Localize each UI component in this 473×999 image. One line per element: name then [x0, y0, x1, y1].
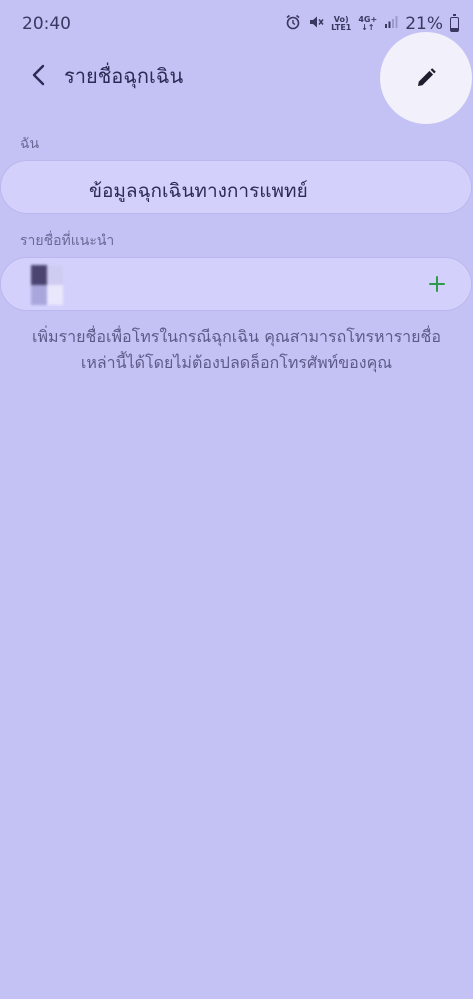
- avatar-tile: [31, 265, 47, 285]
- medical-info-label: ข้อมูลฉุกเฉินทางการแพทย์: [89, 180, 308, 202]
- pencil-icon: [418, 68, 436, 86]
- status-icons: Vo) LTE1 4G+ ↓↑ 21%: [285, 13, 459, 34]
- section-label-me: ฉัน: [20, 136, 40, 152]
- volte-indicator: Vo) LTE1: [331, 16, 351, 32]
- avatar-tile: [31, 285, 47, 305]
- medical-info-card[interactable]: ข้อมูลฉุกเฉินทางการแพทย์: [0, 160, 472, 214]
- avatar: [31, 265, 63, 305]
- alarm-icon: [285, 14, 301, 34]
- hint-line-2: เหล่านี้ได้โดยไม่ต้องปลดล็อกโทรศัพท์ของค…: [80, 353, 393, 372]
- plus-icon: [429, 276, 445, 292]
- screen: 20:40 Vo) LTE1 4G+ ↓↑ 21% รายชื่อฉุกเฉิน…: [0, 0, 473, 999]
- page-title: รายชื่อฉุกเฉิน: [64, 64, 184, 88]
- add-contact-button[interactable]: [423, 270, 451, 298]
- hint-line-1: เพิ่มรายชื่อเพื่อโทรในกรณีฉุกเฉิน คุณสาม…: [32, 327, 441, 346]
- network-indicator: 4G+ ↓↑: [358, 16, 377, 32]
- volte-bottom: LTE1: [331, 23, 352, 32]
- hint-text: เพิ่มรายชื่อเพื่อโทรในกรณีฉุกเฉิน คุณสาม…: [20, 324, 453, 376]
- battery-percent: 21%: [405, 14, 443, 34]
- edit-button[interactable]: [380, 32, 472, 124]
- avatar-tile: [47, 285, 63, 305]
- battery-icon: [450, 13, 459, 32]
- signal-icon: [384, 15, 398, 33]
- mute-icon: [308, 14, 324, 34]
- avatar-tile: [47, 265, 63, 285]
- suggested-contact-row[interactable]: [0, 257, 472, 311]
- battery-fill: [451, 27, 458, 31]
- section-label-suggested: รายชื่อที่แนะนำ: [20, 233, 115, 249]
- chevron-left-icon: [32, 64, 45, 86]
- network-bottom: ↓↑: [361, 23, 375, 32]
- back-button[interactable]: [22, 58, 56, 92]
- app-bar: รายชื่อฉุกเฉิน: [0, 32, 473, 124]
- status-time: 20:40: [22, 14, 71, 34]
